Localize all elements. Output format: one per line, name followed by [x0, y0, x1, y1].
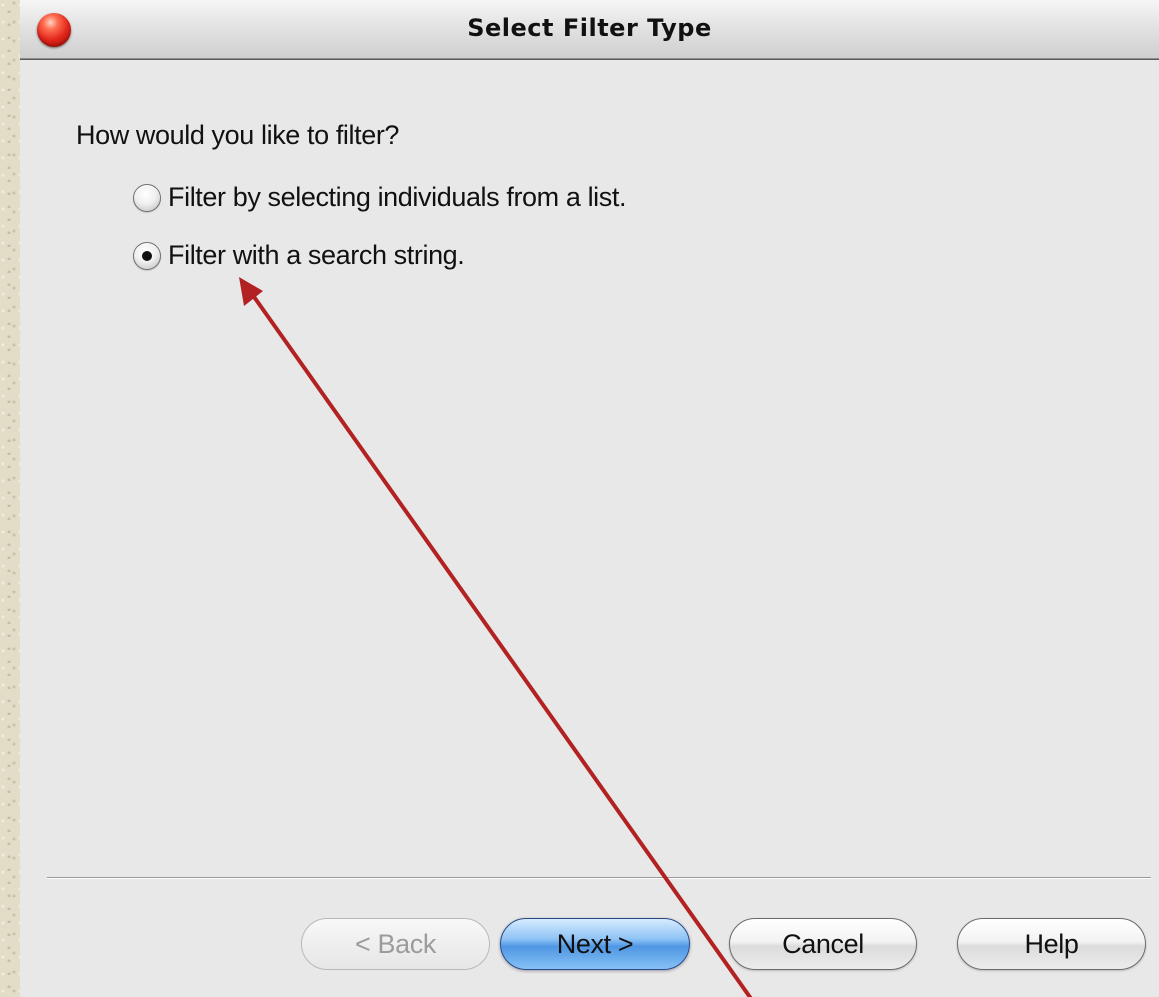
option-label: Filter by selecting individuals from a l…	[168, 182, 627, 212]
option-label: Filter with a search string.	[168, 240, 465, 270]
cancel-button[interactable]: Cancel	[729, 918, 917, 970]
window-title: Select Filter Type	[467, 14, 712, 42]
help-button[interactable]: Help	[957, 918, 1146, 970]
filter-question: How would you like to filter?	[76, 120, 400, 150]
back-button[interactable]: < Back	[301, 918, 490, 970]
radio-button-selected-icon[interactable]	[133, 241, 161, 270]
title-bar: Select Filter Type	[20, 0, 1159, 59]
filter-type-dialog: Select Filter Type How would you like to…	[20, 0, 1159, 997]
option-select-individuals[interactable]: Filter by selecting individuals from a l…	[133, 182, 626, 213]
button-separator	[47, 877, 1151, 879]
option-search-string[interactable]: Filter with a search string.	[133, 240, 465, 271]
next-button[interactable]: Next >	[500, 918, 690, 970]
radio-button-unselected-icon[interactable]	[133, 183, 161, 212]
